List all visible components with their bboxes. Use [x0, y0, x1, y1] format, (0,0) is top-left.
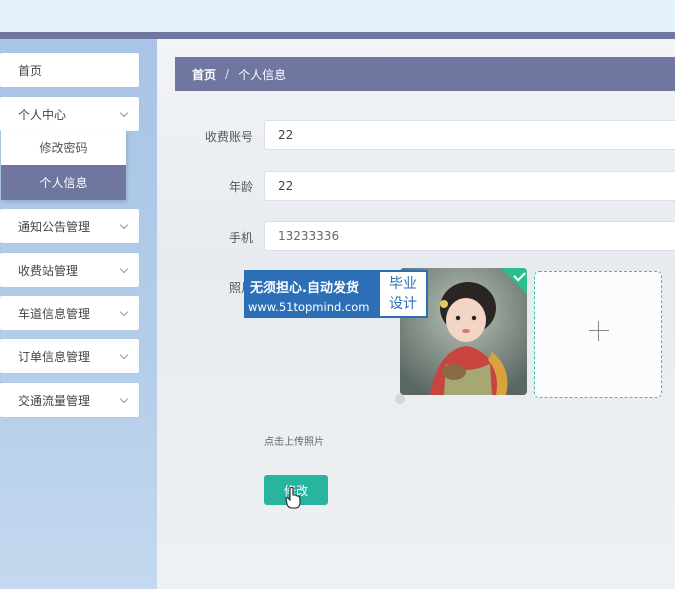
breadcrumb: 首页 / 个人信息: [175, 57, 675, 91]
chevron-down-icon: [119, 108, 129, 118]
account-field[interactable]: [264, 120, 675, 150]
photo-label: 照片: [228, 281, 253, 295]
phone-field[interactable]: [264, 221, 675, 251]
sidebar-item-lane-info-management[interactable]: 车道信息管理: [0, 296, 139, 330]
submenu-item-label: 个人信息: [39, 176, 88, 190]
watermark-line1: 无须担心.自动发货: [250, 281, 359, 296]
sidebar-item-label: 首页: [18, 63, 43, 78]
remove-photo-handle[interactable]: [395, 394, 405, 404]
sidebar-item-traffic-flow-management[interactable]: 交通流量管理: [0, 383, 139, 417]
watermark-badge: 毕业 设计: [380, 272, 426, 316]
plus-icon-vertical: [598, 321, 599, 341]
watermark-badge-line1: 毕业: [389, 276, 417, 292]
submenu-item-personal-info[interactable]: 个人信息: [1, 165, 126, 200]
sidebar-item-order-info-management[interactable]: 订单信息管理: [0, 339, 139, 373]
hand-cursor-icon: [285, 487, 301, 509]
personal-center-submenu: 修改密码 个人信息: [1, 130, 126, 200]
breadcrumb-current: 个人信息: [238, 67, 287, 82]
watermark-overlay: 无须担心.自动发货 www.51topmind.com 毕业 设计: [244, 270, 428, 318]
submenu-item-change-password[interactable]: 修改密码: [1, 130, 126, 165]
sidebar-item-label: 订单信息管理: [18, 349, 91, 364]
plus-icon: [589, 330, 609, 331]
sidebar-item-label: 交通流量管理: [18, 393, 91, 408]
top-header-bar: [0, 0, 675, 32]
upload-photo-button[interactable]: [534, 271, 662, 398]
chevron-down-icon: [119, 350, 129, 360]
sidebar-item-label: 车道信息管理: [18, 306, 91, 321]
upload-hint: 点击上传照片: [264, 437, 324, 448]
account-label: 收费账号: [204, 130, 253, 144]
breadcrumb-separator: /: [225, 67, 230, 81]
sidebar-item-notice-management[interactable]: 通知公告管理: [0, 209, 139, 243]
age-label: 年龄: [228, 180, 253, 194]
header-accent-line: [0, 32, 675, 39]
sidebar-item-label: 通知公告管理: [18, 219, 91, 234]
sidebar-item-toll-station-management[interactable]: 收费站管理: [0, 253, 139, 287]
sidebar-item-personal-center[interactable]: 个人中心: [0, 97, 139, 131]
phone-label: 手机: [228, 231, 253, 245]
submenu-item-label: 修改密码: [39, 141, 88, 155]
watermark-line2: www.51topmind.com: [248, 300, 370, 314]
chevron-down-icon: [119, 394, 129, 404]
sidebar-item-home[interactable]: 首页: [0, 53, 139, 87]
sidebar-item-label: 个人中心: [18, 107, 67, 122]
breadcrumb-home-link[interactable]: 首页: [192, 66, 216, 83]
watermark-badge-line2: 设计: [389, 296, 417, 312]
sidebar-item-label: 收费站管理: [18, 263, 79, 278]
chevron-down-icon: [119, 307, 129, 317]
age-field[interactable]: [264, 171, 675, 201]
chevron-down-icon: [119, 264, 129, 274]
chevron-down-icon: [119, 220, 129, 230]
